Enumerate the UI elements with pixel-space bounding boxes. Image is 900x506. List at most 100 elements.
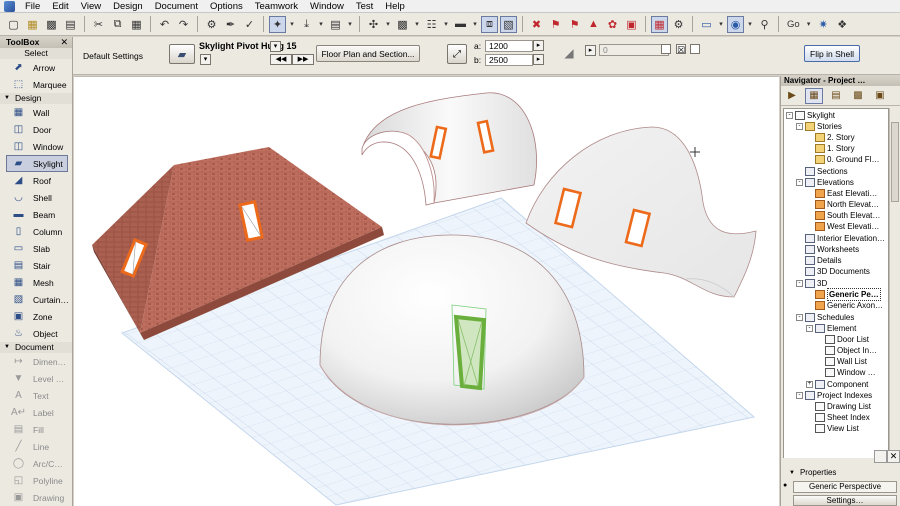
checkbox-icon[interactable] <box>661 44 671 54</box>
paste-icon[interactable]: ▦ <box>128 16 145 33</box>
tree-node-view-list[interactable]: View List <box>815 423 859 434</box>
menu-test[interactable]: Test <box>350 0 379 13</box>
eyedropper-icon[interactable]: ✒ <box>222 16 239 33</box>
a-arrow-icon[interactable]: ▸ <box>533 40 544 51</box>
grid-snap-icon[interactable]: ▤ <box>327 16 344 33</box>
redo-icon[interactable]: ↷ <box>175 16 192 33</box>
worksheet-marker-icon[interactable]: ▲ <box>585 16 602 33</box>
settings-button[interactable]: Settings… <box>793 495 897 506</box>
tree-node-story-2[interactable]: 2. Story <box>815 132 855 143</box>
snap-points-icon[interactable]: ✣ <box>365 16 382 33</box>
tree-node-project-indexes[interactable]: - Project Indexes <box>796 390 872 401</box>
magic-wand-icon[interactable]: ✦ <box>269 15 286 33</box>
collapse-icon[interactable]: - <box>796 314 803 321</box>
angle-field[interactable]: 0 <box>599 44 669 56</box>
tree-node-schedules[interactable]: - Schedules <box>796 312 854 323</box>
tool-object[interactable]: ♨ Object <box>0 325 72 342</box>
find-select-icon[interactable]: ⚙ <box>203 16 220 33</box>
menu-file[interactable]: File <box>19 0 46 13</box>
tool-slab[interactable]: ▭ Slab <box>0 240 72 257</box>
collapse-icon[interactable]: - <box>806 325 813 332</box>
view-map-tab-icon[interactable]: ▦ <box>805 87 823 104</box>
tool-door[interactable]: ◫ Door <box>0 121 72 138</box>
tool-mesh[interactable]: ▦ Mesh <box>0 274 72 291</box>
scrollbar-thumb[interactable] <box>891 122 899 202</box>
tool-label[interactable]: A↵ Label <box>0 404 72 421</box>
dropdown-arrow-icon[interactable]: ▾ <box>288 16 296 33</box>
object-option-icon[interactable]: ▾ <box>200 54 211 65</box>
go-menu[interactable]: Go <box>784 16 803 33</box>
dropdown-arrow-icon[interactable]: ▾ <box>746 16 754 33</box>
zoom-icon[interactable]: ⚲ <box>756 16 773 33</box>
cut-icon[interactable]: ✂ <box>90 16 107 33</box>
document-section[interactable]: ▼ Document <box>0 342 72 353</box>
layer-icon[interactable]: ⧈ <box>481 15 498 33</box>
tool-roof[interactable]: ◢ Roof <box>0 172 72 189</box>
collapse-icon[interactable]: - <box>796 392 803 399</box>
settings-small-icon[interactable] <box>874 450 887 463</box>
layout-book-tab-icon[interactable]: ▤ <box>827 88 845 104</box>
properties-header[interactable]: ▼ Properties <box>789 468 836 477</box>
menu-edit[interactable]: Edit <box>46 0 74 13</box>
tool-drawing[interactable]: ▣ Drawing <box>0 489 72 506</box>
interior-elevation-icon[interactable]: ⚑ <box>566 16 583 33</box>
tool-dimension[interactable]: ↦ Dimen… <box>0 353 72 370</box>
tree-node-window-list[interactable]: Window … <box>825 367 876 378</box>
dropdown-arrow-icon[interactable]: ▾ <box>384 16 392 33</box>
navigator-scrollbar[interactable] <box>889 108 899 506</box>
menu-window[interactable]: Window <box>304 0 350 13</box>
distribute-icon[interactable]: ▬ <box>452 16 469 33</box>
tool-stair[interactable]: ▤ Stair <box>0 257 72 274</box>
cross-section-icon[interactable]: ✖ <box>528 16 545 33</box>
tree-node-sheet-index[interactable]: Sheet Index <box>815 412 870 423</box>
print-icon[interactable]: ▤ <box>62 16 79 33</box>
tree-node-component[interactable]: + Component <box>806 379 868 390</box>
tree-node-elevations[interactable]: - Elevations <box>796 177 854 188</box>
menu-help[interactable]: Help <box>379 0 411 13</box>
3d-view-canvas[interactable] <box>74 76 779 506</box>
collapse-icon[interactable]: - <box>796 123 803 130</box>
tool-arrow[interactable]: ⬈ Arrow <box>0 59 72 76</box>
tree-node-generic-perspective[interactable]: Generic Pe… <box>815 288 881 301</box>
mirror-checkbox-icon[interactable]: ☒ <box>676 44 686 55</box>
barrel-vault-shell[interactable] <box>361 92 537 206</box>
anchor-point-icon[interactable]: ⤢ <box>447 44 467 64</box>
tool-fill[interactable]: ▤ Fill <box>0 421 72 438</box>
tree-node-stories[interactable]: - Stories <box>796 121 842 132</box>
tree-node-north-elevation[interactable]: North Elevat… <box>815 199 879 210</box>
eraser-icon[interactable]: ◢ <box>559 43 579 63</box>
collapse-icon[interactable]: - <box>796 179 803 186</box>
tree-node-story-1[interactable]: 1. Story <box>815 143 855 154</box>
tree-node-east-elevation[interactable]: East Elevati… <box>815 188 877 199</box>
tool-shell[interactable]: ◡ Shell <box>0 189 72 206</box>
walk-icon[interactable]: ❖ <box>834 16 851 33</box>
project-tree[interactable]: - Skylight - Stories 2. Story 1. Story 0. … <box>783 108 889 506</box>
menu-design[interactable]: Design <box>107 0 149 13</box>
tree-node-3d-documents[interactable]: 3D Documents <box>805 266 870 277</box>
project-map-tab-icon[interactable]: ▶ <box>783 88 801 104</box>
dropdown-arrow-icon[interactable]: ▾ <box>717 16 725 33</box>
object-menu-icon[interactable]: ▾ <box>270 41 281 52</box>
tool-marquee[interactable]: ⬚ Marquee <box>0 76 72 93</box>
tree-node-element[interactable]: - Element <box>806 323 856 334</box>
tool-skylight[interactable]: ▰ Skylight <box>6 155 68 172</box>
tree-node-object-inventory[interactable]: Object In… <box>825 345 877 356</box>
save-icon[interactable]: ▩ <box>43 16 60 33</box>
3d-style-icon[interactable]: ◉ <box>727 15 744 33</box>
tree-node-3d[interactable]: - 3D <box>796 278 827 289</box>
dropdown-arrow-icon[interactable]: ▾ <box>346 16 354 33</box>
tree-node-west-elevation[interactable]: West Elevati… <box>815 221 879 232</box>
menu-teamwork[interactable]: Teamwork <box>249 0 304 13</box>
dropdown-arrow-icon[interactable]: ▾ <box>442 16 450 33</box>
tree-node-ground-floor[interactable]: 0. Ground Fl… <box>815 154 879 165</box>
close-icon[interactable]: ✕ <box>60 37 68 48</box>
tree-node-south-elevation[interactable]: South Elevat… <box>815 210 880 221</box>
tool-line[interactable]: ╱ Line <box>0 438 72 455</box>
tool-arc[interactable]: ◯ Arc/C… <box>0 455 72 472</box>
menu-options[interactable]: Options <box>204 0 249 13</box>
dropdown-arrow-icon[interactable]: ▾ <box>805 16 813 33</box>
width-a-field[interactable]: 1200 <box>485 40 533 52</box>
menu-document[interactable]: Document <box>149 0 204 13</box>
tool-polyline[interactable]: ◱ Polyline <box>0 472 72 489</box>
tree-node-wall-list[interactable]: Wall List <box>825 356 867 367</box>
